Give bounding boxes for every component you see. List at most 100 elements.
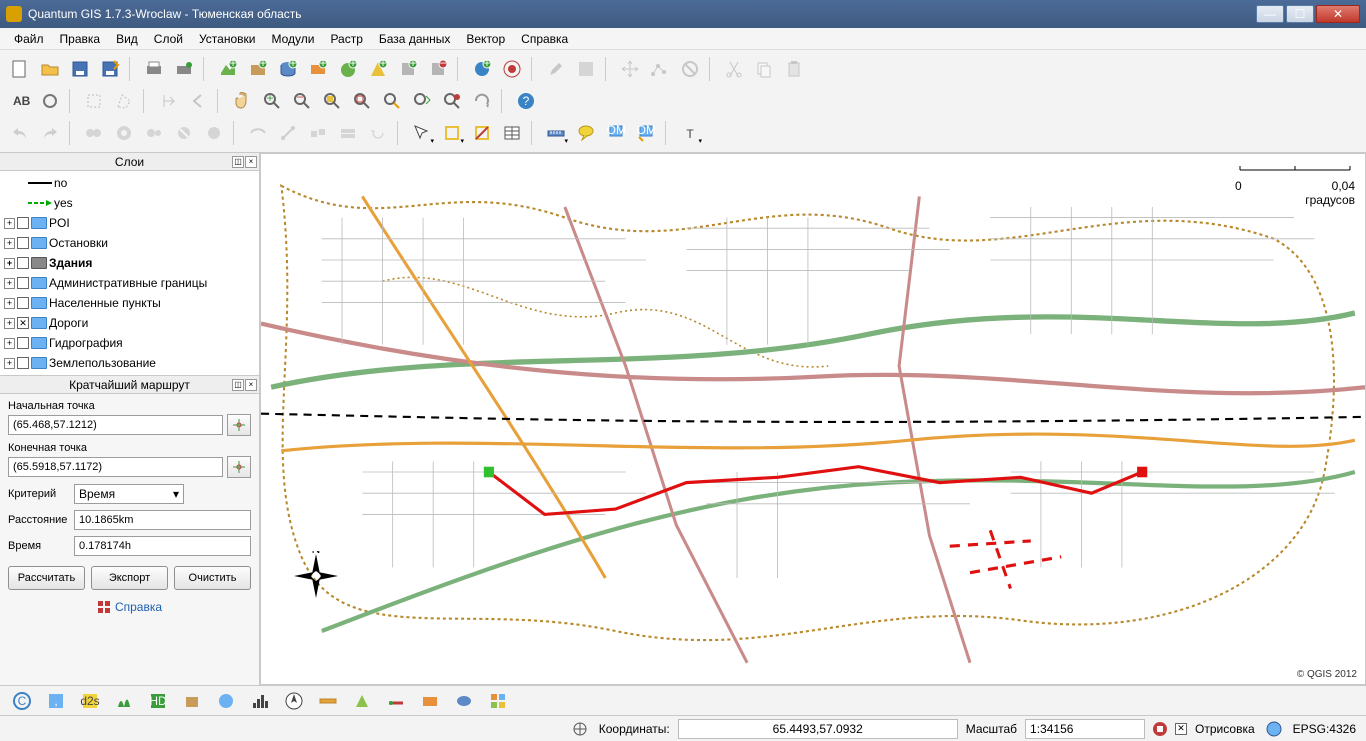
close-panel-icon[interactable]: ×: [245, 156, 257, 168]
measure-icon[interactable]: ▾: [542, 119, 570, 147]
expand-icon[interactable]: +: [4, 218, 15, 229]
plugin-spit-icon[interactable]: [450, 687, 478, 715]
move-feature-icon[interactable]: [616, 55, 644, 83]
expand-icon[interactable]: +: [4, 258, 15, 269]
plugin-spatialquery-icon[interactable]: HD: [144, 687, 172, 715]
help-icon[interactable]: ?: [512, 87, 540, 115]
criterion-select[interactable]: Время▾: [74, 484, 184, 504]
add-postgis-layer-icon[interactable]: +: [274, 55, 302, 83]
add-vector-layer-icon[interactable]: +: [214, 55, 242, 83]
node-tool-icon[interactable]: [646, 55, 674, 83]
menu-help[interactable]: Справка: [513, 30, 576, 48]
toggle-editing-icon[interactable]: [542, 55, 570, 83]
layer-item[interactable]: +POI: [0, 213, 259, 233]
plugin-histogram-icon[interactable]: [246, 687, 274, 715]
new-bookmark-icon[interactable]: HOME: [602, 119, 630, 147]
new-project-icon[interactable]: [6, 55, 34, 83]
expand-icon[interactable]: +: [4, 318, 15, 329]
layer-item[interactable]: +Землепользование: [0, 353, 259, 373]
zoom-selection-icon[interactable]: [348, 87, 376, 115]
route-help-link[interactable]: Справка: [8, 600, 251, 614]
add-raster-layer-icon[interactable]: +: [244, 55, 272, 83]
end-point-input[interactable]: [8, 457, 223, 477]
save-edits-icon[interactable]: [572, 55, 600, 83]
paste-features-icon[interactable]: [780, 55, 808, 83]
deselect-icon[interactable]: [468, 119, 496, 147]
select-single-icon[interactable]: [36, 87, 64, 115]
open-project-icon[interactable]: [36, 55, 64, 83]
layer-checkbox[interactable]: [17, 277, 29, 289]
copy-features-icon[interactable]: [750, 55, 778, 83]
expand-icon[interactable]: +: [4, 278, 15, 289]
show-bookmarks-icon[interactable]: HOME: [632, 119, 660, 147]
identify-icon[interactable]: ▾: [408, 119, 436, 147]
new-vector-layer-icon[interactable]: +: [394, 55, 422, 83]
plugin-dxf-icon[interactable]: d2s: [76, 687, 104, 715]
zoom-full-icon[interactable]: [318, 87, 346, 115]
layer-checkbox[interactable]: [17, 357, 29, 369]
layer-item[interactable]: +Административные границы: [0, 273, 259, 293]
cut-features-icon[interactable]: [720, 55, 748, 83]
save-project-icon[interactable]: [66, 55, 94, 83]
zoom-in-icon[interactable]: +: [258, 87, 286, 115]
open-table-icon[interactable]: [498, 119, 526, 147]
expand-icon[interactable]: +: [4, 338, 15, 349]
undo-icon[interactable]: [6, 119, 34, 147]
simplify-icon[interactable]: [80, 119, 108, 147]
zoom-prev-icon[interactable]: [184, 87, 212, 115]
zoom-last-icon[interactable]: [408, 87, 436, 115]
layer-item[interactable]: +Гидрография: [0, 333, 259, 353]
layer-checkbox[interactable]: ✕: [17, 317, 29, 329]
labeling-icon[interactable]: ABC: [6, 87, 34, 115]
coords-value[interactable]: 65.4493,57.0932: [678, 719, 958, 739]
manage-plugins-icon[interactable]: +: [468, 55, 496, 83]
menu-vector[interactable]: Вектор: [458, 30, 513, 48]
plugin-delimited-text-icon[interactable]: ,: [42, 687, 70, 715]
expand-icon[interactable]: +: [4, 238, 15, 249]
delete-ring-icon[interactable]: [170, 119, 198, 147]
close-button[interactable]: ✕: [1316, 5, 1360, 23]
undock-route-icon[interactable]: ◫: [232, 379, 244, 391]
add-ring-icon[interactable]: [110, 119, 138, 147]
menu-layer[interactable]: Слой: [146, 30, 191, 48]
plugin-scalebar-icon[interactable]: [314, 687, 342, 715]
plugin-roadgraph-icon[interactable]: [382, 687, 410, 715]
layer-item[interactable]: no: [0, 173, 259, 193]
menu-file[interactable]: Файл: [6, 30, 52, 48]
menu-settings[interactable]: Установки: [191, 30, 263, 48]
delete-selected-icon[interactable]: [676, 55, 704, 83]
layer-checkbox[interactable]: [17, 237, 29, 249]
layer-item[interactable]: yes: [0, 193, 259, 213]
composer-manager-icon[interactable]: [170, 55, 198, 83]
select-features-icon[interactable]: ▾: [438, 119, 466, 147]
pan-icon[interactable]: [228, 87, 256, 115]
layer-checkbox[interactable]: [17, 297, 29, 309]
map-canvas[interactable]: 00,04 градусов N © QGIS 2012: [260, 153, 1366, 685]
capture-point-icon[interactable]: [498, 55, 526, 83]
layers-tree[interactable]: noyes+POI+Остановки+Здания+Административ…: [0, 171, 259, 376]
layer-checkbox[interactable]: [17, 337, 29, 349]
render-checkbox[interactable]: ✕: [1175, 723, 1187, 735]
zoom-first-icon[interactable]: [154, 87, 182, 115]
plugin-copyright-icon[interactable]: C: [8, 687, 36, 715]
plugin-raster-analysis-icon[interactable]: [484, 687, 512, 715]
undock-icon[interactable]: ◫: [232, 156, 244, 168]
plugin-northarrow-icon[interactable]: [280, 687, 308, 715]
layer-item[interactable]: +Остановки: [0, 233, 259, 253]
reshape-icon[interactable]: [244, 119, 272, 147]
menu-plugins[interactable]: Модули: [263, 30, 322, 48]
delete-part-icon[interactable]: [200, 119, 228, 147]
add-wfs-layer-icon[interactable]: +: [364, 55, 392, 83]
close-route-icon[interactable]: ×: [245, 379, 257, 391]
select-rect-icon[interactable]: [80, 87, 108, 115]
plugin-spatiallite-icon[interactable]: [416, 687, 444, 715]
plugin-gdal-icon[interactable]: [178, 687, 206, 715]
add-wms-layer-icon[interactable]: +: [334, 55, 362, 83]
add-part-icon[interactable]: [140, 119, 168, 147]
text-annotation-icon[interactable]: T▾: [676, 119, 704, 147]
export-button[interactable]: Экспорт: [91, 566, 168, 590]
expand-icon[interactable]: +: [4, 298, 15, 309]
redo-icon[interactable]: [36, 119, 64, 147]
add-spatialite-layer-icon[interactable]: +: [304, 55, 332, 83]
save-as-icon[interactable]: [96, 55, 124, 83]
